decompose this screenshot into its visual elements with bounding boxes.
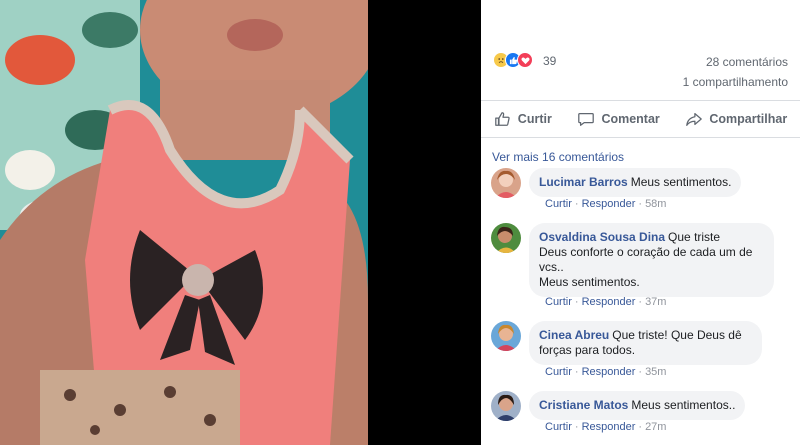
shares-count[interactable]: 1 compartilhamento [683, 75, 788, 89]
comment-text-line: forças para todos. [539, 343, 636, 357]
share-button[interactable]: Compartilhar [685, 110, 787, 128]
divider [481, 137, 800, 138]
meta-separator: · [574, 296, 579, 308]
comment-bubble: Cinea Abreu Que triste! Que Deus dê força… [529, 321, 762, 365]
comment-time[interactable]: 27m [645, 421, 666, 433]
avatar[interactable] [491, 223, 521, 253]
child-photo-image [0, 0, 368, 445]
meta-separator: · [638, 296, 643, 308]
divider [481, 100, 800, 101]
share-arrow-icon [686, 112, 703, 126]
comment-author[interactable]: Cristiane Matos [539, 398, 628, 412]
comment-item: Cinea Abreu Que triste! Que Deus dê força… [491, 321, 790, 381]
comment-like-link[interactable]: Curtir [545, 198, 572, 210]
view-more-comments-link[interactable]: Ver mais 16 comentários [492, 150, 624, 164]
meta-separator: · [638, 198, 643, 210]
comment-item: Lucimar Barros Meus sentimentos. Curtir · R… [491, 168, 790, 214]
avatar[interactable] [491, 321, 521, 351]
comment-author[interactable]: Lucimar Barros [539, 175, 628, 189]
speech-bubble-icon [578, 112, 595, 126]
comment-bubble: Cristiane Matos Meus sentimentos.. [529, 391, 746, 420]
comment-time[interactable]: 37m [645, 296, 666, 308]
reaction-count[interactable]: 39 [543, 54, 556, 68]
comment-item: Osvaldina Sousa Dina Que triste Deus conf… [491, 223, 790, 313]
comment-reply-link[interactable]: Responder [582, 198, 636, 210]
meta-separator: · [574, 198, 579, 210]
comment-like-link[interactable]: Curtir [545, 366, 572, 378]
comment-time[interactable]: 35m [645, 366, 666, 378]
comment-reply-link[interactable]: Responder [582, 366, 636, 378]
post-actions: Curtir Comentar Compartilhar [481, 104, 800, 134]
reactions-summary[interactable]: 39 28 comentários [493, 52, 788, 72]
comment-like-link[interactable]: Curtir [545, 296, 572, 308]
share-button-label: Compartilhar [709, 112, 788, 126]
meta-separator: · [574, 366, 579, 378]
comment-meta: Curtir · Responder · 27m [545, 421, 666, 433]
comment-text: Meus sentimentos.. [631, 398, 736, 412]
comment-bubble: Osvaldina Sousa Dina Que triste Deus conf… [529, 223, 774, 297]
avatar[interactable] [491, 168, 521, 198]
like-button[interactable]: Curtir [494, 110, 552, 128]
comment-reply-link[interactable]: Responder [582, 421, 636, 433]
comment-author[interactable]: Osvaldina Sousa Dina [539, 230, 665, 244]
comment-meta: Curtir · Responder · 35m [545, 366, 666, 378]
comment-text-line: Meus sentimentos. [539, 275, 640, 289]
post-side-panel: 39 28 comentários 1 compartilhamento Cur… [481, 0, 800, 445]
meta-separator: · [638, 366, 643, 378]
comment-item: Cristiane Matos Meus sentimentos.. Curtir… [491, 391, 790, 441]
meta-separator: · [638, 421, 643, 433]
comment-text-line: Que triste! Que Deus dê [612, 328, 742, 342]
photo-letterbox [368, 0, 481, 445]
thumbs-up-icon [494, 112, 510, 126]
comment-button-label: Comentar [601, 112, 660, 126]
comment-meta: Curtir · Responder · 37m [545, 296, 666, 308]
comments-count[interactable]: 28 comentários [706, 55, 788, 69]
comment-text-line: Deus conforte o coração de cada um de [539, 245, 753, 259]
reaction-icons [493, 52, 533, 68]
like-button-label: Curtir [517, 112, 552, 126]
comment-text-line: Que triste [668, 230, 721, 244]
comment-time[interactable]: 58m [645, 198, 666, 210]
comment-text: Meus sentimentos. [630, 175, 732, 189]
meta-separator: · [574, 421, 579, 433]
comment-author[interactable]: Cinea Abreu [539, 328, 609, 342]
comment-meta: Curtir · Responder · 58m [545, 198, 666, 210]
comment-reply-link[interactable]: Responder [582, 296, 636, 308]
comment-bubble: Lucimar Barros Meus sentimentos. [529, 168, 742, 197]
comment-text-line: vcs.. [539, 260, 564, 274]
comment-button[interactable]: Comentar [577, 110, 660, 128]
comment-like-link[interactable]: Curtir [545, 421, 572, 433]
avatar[interactable] [491, 391, 521, 421]
love-icon [517, 52, 533, 68]
post-photo[interactable] [0, 0, 368, 445]
